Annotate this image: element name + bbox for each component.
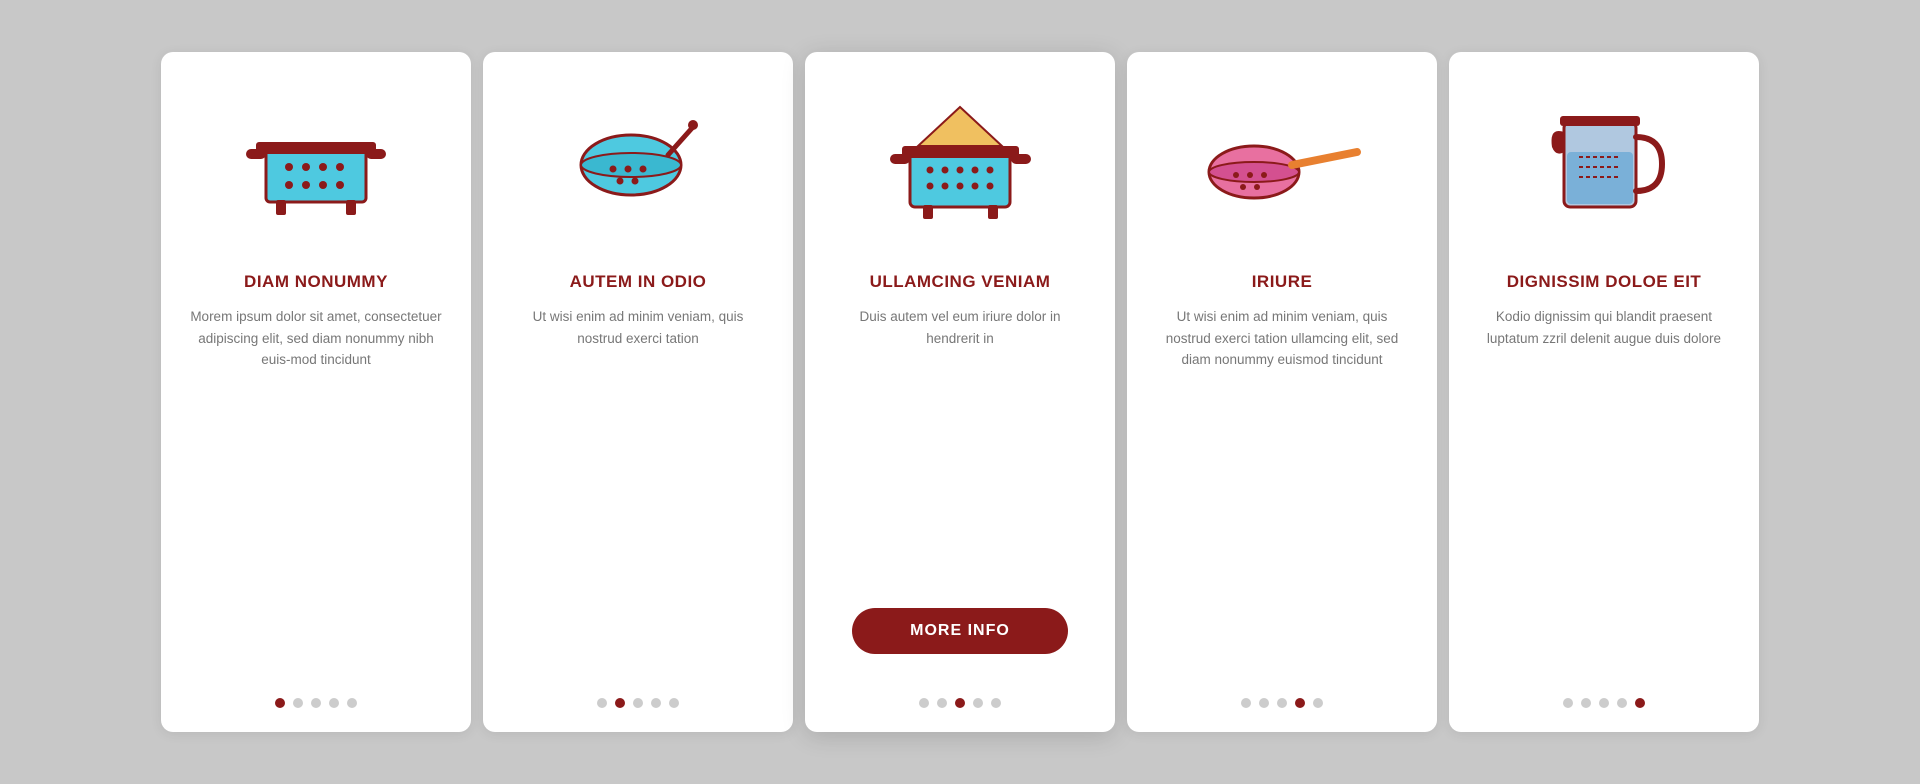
card-3-text: Duis autem vel eum iriure dolor in hendr… [833, 306, 1087, 588]
card-3: ULLAMCING VENIAM Duis autem vel eum iriu… [805, 52, 1115, 732]
dot-4 [1313, 698, 1323, 708]
pitcher-icon-area [1477, 82, 1731, 242]
dot-3 [1295, 698, 1305, 708]
card-3-title: ULLAMCING VENIAM [870, 272, 1051, 292]
dot-3 [1617, 698, 1627, 708]
card-1: DIAM NONUMMY Morem ipsum dolor sit amet,… [161, 52, 471, 732]
dot-4 [991, 698, 1001, 708]
dot-2 [1599, 698, 1609, 708]
card-4-text: Ut wisi enim ad minim veniam, quis nostr… [1155, 306, 1409, 678]
dot-4 [1635, 698, 1645, 708]
card-2: AUTEM IN ODIO Ut wisi enim ad minim veni… [483, 52, 793, 732]
card-4-title: IRIURE [1252, 272, 1313, 292]
dot-2 [633, 698, 643, 708]
card-1-title: DIAM NONUMMY [244, 272, 388, 292]
card-1-text: Morem ipsum dolor sit amet, consectetuer… [189, 306, 443, 678]
dot-2 [955, 698, 965, 708]
dot-2 [311, 698, 321, 708]
card-2-title: AUTEM IN ODIO [570, 272, 707, 292]
colander-top-icon-area [833, 82, 1087, 242]
strainer-box-icon [251, 107, 381, 217]
strainer-handle-icon-area [1155, 82, 1409, 242]
dot-1 [937, 698, 947, 708]
card-4-dots [1241, 678, 1323, 708]
strainer-handle-icon [1202, 117, 1362, 207]
more-info-button[interactable]: MORE INFO [852, 608, 1068, 654]
card-2-dots [597, 678, 679, 708]
card-4: IRIURE Ut wisi enim ad minim veniam, qui… [1127, 52, 1437, 732]
dot-1 [615, 698, 625, 708]
dot-1 [1259, 698, 1269, 708]
dot-3 [329, 698, 339, 708]
card-5-text: Kodio dignissim qui blandit praesent lup… [1477, 306, 1731, 678]
dot-4 [347, 698, 357, 708]
card-5-title: DIGNISSIM DOLOE EIT [1507, 272, 1702, 292]
dot-2 [1277, 698, 1287, 708]
strainer-box-icon-area [189, 82, 443, 242]
dot-4 [669, 698, 679, 708]
colander-top-icon [888, 102, 1033, 222]
colander-ladle-icon-area [511, 82, 765, 242]
dot-1 [293, 698, 303, 708]
dot-0 [275, 698, 285, 708]
dot-3 [651, 698, 661, 708]
card-2-text: Ut wisi enim ad minim veniam, quis nostr… [511, 306, 765, 678]
dot-0 [597, 698, 607, 708]
dot-1 [1581, 698, 1591, 708]
dot-0 [919, 698, 929, 708]
card-3-dots [919, 678, 1001, 708]
card-5: DIGNISSIM DOLOE EIT Kodio dignissim qui … [1449, 52, 1759, 732]
dot-3 [973, 698, 983, 708]
colander-ladle-icon [573, 107, 703, 217]
dot-0 [1241, 698, 1251, 708]
pitcher-icon [1544, 102, 1664, 222]
card-1-dots [275, 678, 357, 708]
dot-0 [1563, 698, 1573, 708]
card-5-dots [1563, 678, 1645, 708]
cards-container: DIAM NONUMMY Morem ipsum dolor sit amet,… [141, 32, 1779, 752]
